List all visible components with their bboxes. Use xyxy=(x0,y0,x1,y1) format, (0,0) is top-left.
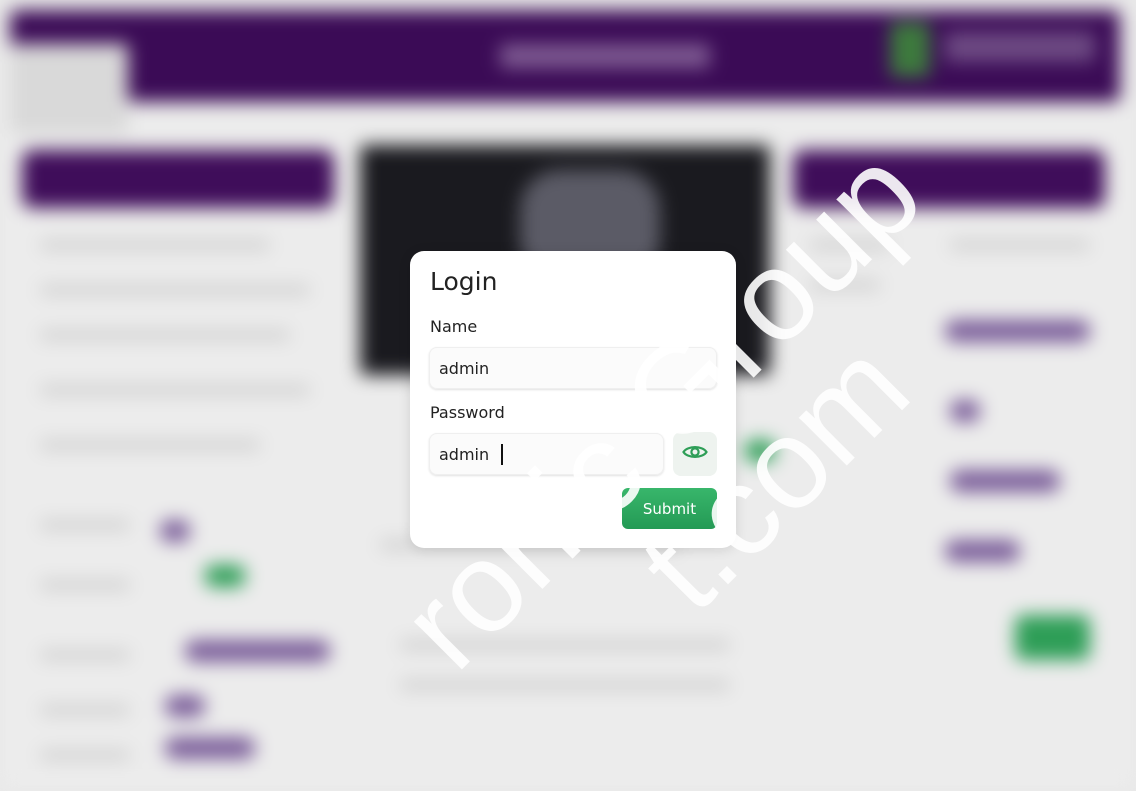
login-title: Login xyxy=(430,267,498,296)
right-line xyxy=(810,280,880,290)
right-green-button xyxy=(1015,615,1090,660)
center-green-chip xyxy=(745,440,775,462)
left-chip xyxy=(165,737,255,759)
right-chip xyxy=(945,320,1090,342)
left-line xyxy=(40,650,130,660)
left-line xyxy=(40,440,260,450)
left-line xyxy=(40,240,270,250)
left-toggle xyxy=(205,565,245,587)
left-panel-header xyxy=(22,150,334,208)
password-label: Password xyxy=(430,403,505,422)
password-input[interactable] xyxy=(429,433,664,475)
left-line xyxy=(40,520,130,530)
left-line xyxy=(40,705,130,715)
login-dialog: Login Name Password Submit xyxy=(410,251,736,548)
submit-button[interactable]: Submit xyxy=(622,488,717,529)
text-caret xyxy=(501,444,503,465)
header-title-placeholder xyxy=(500,44,710,68)
name-label: Name xyxy=(430,317,478,336)
right-line xyxy=(810,240,890,250)
right-panel-header xyxy=(793,150,1105,208)
right-chip xyxy=(945,540,1020,562)
left-line xyxy=(40,330,290,340)
left-chip xyxy=(165,695,205,717)
left-line xyxy=(40,285,310,295)
left-chip xyxy=(185,640,330,662)
name-input[interactable] xyxy=(429,347,717,389)
header-user-area xyxy=(945,32,1095,62)
header-tab xyxy=(10,44,128,134)
right-chip xyxy=(950,400,980,422)
center-line xyxy=(400,640,730,650)
left-line xyxy=(40,385,310,395)
left-chip xyxy=(160,520,190,542)
eye-icon xyxy=(682,443,708,465)
left-line xyxy=(40,580,130,590)
right-chip xyxy=(950,470,1060,492)
header-logo xyxy=(890,22,930,77)
right-line xyxy=(950,240,1090,250)
left-line xyxy=(40,750,130,760)
show-password-button[interactable] xyxy=(673,432,717,476)
center-line xyxy=(400,680,730,690)
